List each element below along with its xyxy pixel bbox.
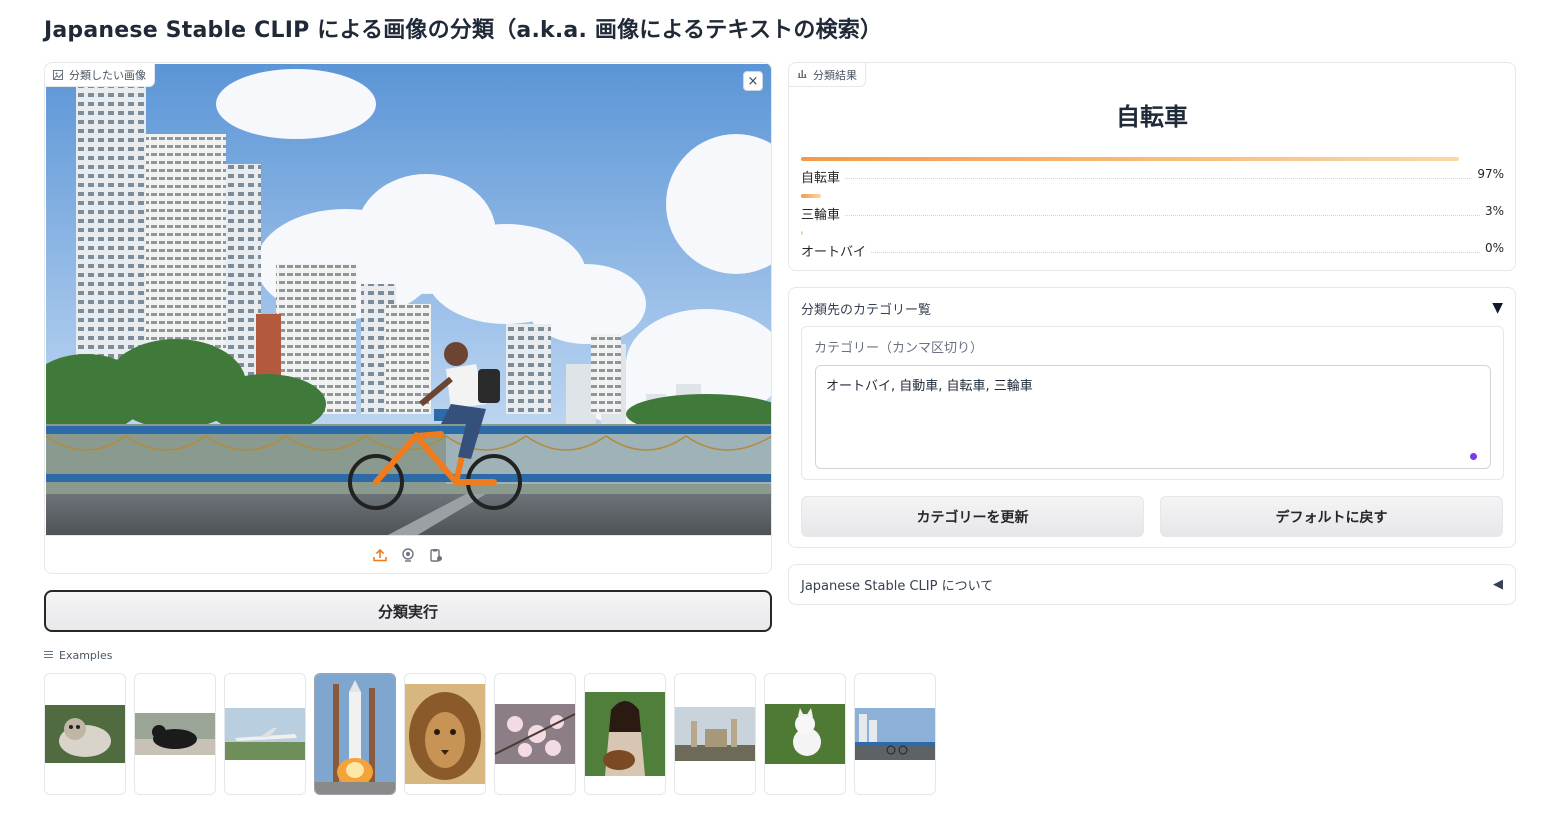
example-rocket[interactable]: [314, 673, 396, 795]
confidence-label: オートバイ: [801, 241, 871, 260]
confidence-bar: [801, 157, 1459, 161]
confidence-label: 三輪車: [801, 204, 845, 223]
example-cyclist[interactable]: [854, 673, 936, 795]
example-palace[interactable]: [674, 673, 756, 795]
confidence-label: 自転車: [801, 167, 845, 186]
top-prediction: 自転車: [1116, 103, 1188, 131]
category-textbox-label: カテゴリー（カンマ区切り）: [814, 341, 984, 356]
result-label-text: 分類結果: [813, 68, 857, 82]
classification-result-panel: 分類結果 自転車 自転車 97% 三輪車 3% オートバイ 0%: [788, 62, 1516, 271]
example-cat[interactable]: [44, 673, 126, 795]
examples-header: Examples: [44, 649, 112, 662]
confidence-row: 自転車 97%: [801, 157, 1504, 187]
clear-image-button[interactable]: ×: [743, 71, 763, 91]
upload-icon[interactable]: [372, 547, 388, 563]
confidence-row: 三輪車 3%: [801, 194, 1504, 224]
image-input-label: 分類したい画像: [45, 63, 155, 87]
example-singer[interactable]: [584, 673, 666, 795]
example-cherry-blossom[interactable]: [494, 673, 576, 795]
about-accordion-title: Japanese Stable CLIP について: [801, 579, 994, 594]
example-white-dog[interactable]: [764, 673, 846, 795]
page-title: Japanese Stable CLIP による画像の分類（a.k.a. 画像に…: [44, 18, 883, 43]
category-accordion-title: 分類先のカテゴリー覧: [801, 302, 932, 318]
confidence-percent: 0%: [1480, 241, 1504, 255]
confidence-row: オートバイ 0%: [801, 231, 1504, 261]
example-lion[interactable]: [404, 673, 486, 795]
image-input-label-text: 分類したい画像: [69, 68, 146, 82]
reset-default-button[interactable]: デフォルトに戻す: [1160, 496, 1503, 537]
category-accordion: 分類先のカテゴリー覧 ▼ カテゴリー（カンマ区切り） オートバイ, 自動車, 自…: [788, 287, 1516, 548]
examples-label: Examples: [59, 649, 113, 662]
confidence-bar: [801, 231, 803, 235]
confidence-bar: [801, 194, 822, 198]
example-black-cat[interactable]: [134, 673, 216, 795]
update-categories-button[interactable]: カテゴリーを更新: [801, 496, 1144, 537]
webcam-icon[interactable]: [400, 547, 416, 563]
confidence-percent: 3%: [1480, 204, 1504, 218]
expand-arrow-icon: ◀: [1493, 577, 1503, 592]
list-icon: [44, 649, 53, 662]
category-textbox-block: カテゴリー（カンマ区切り） オートバイ, 自動車, 自転車, 三輪車: [801, 326, 1504, 480]
uploaded-image: [46, 64, 771, 536]
clipboard-icon[interactable]: [428, 547, 444, 563]
confidence-percent: 97%: [1473, 167, 1504, 181]
confidence-dots: [801, 252, 1504, 253]
collapse-arrow-icon: ▼: [1492, 300, 1503, 316]
image-icon: [53, 69, 63, 80]
confidence-dots: [801, 178, 1504, 179]
category-textbox[interactable]: オートバイ, 自動車, 自転車, 三輪車: [815, 365, 1491, 469]
about-accordion[interactable]: Japanese Stable CLIP について ◀: [788, 564, 1516, 605]
category-accordion-header[interactable]: 分類先のカテゴリー覧 ▼: [801, 298, 1503, 318]
example-airplane[interactable]: [224, 673, 306, 795]
bar-chart-icon: [797, 68, 807, 81]
result-label: 分類結果: [789, 63, 866, 87]
image-source-bar: [45, 535, 771, 573]
image-input-panel[interactable]: 分類したい画像 ×: [44, 62, 772, 574]
confidence-dots: [801, 215, 1504, 216]
classify-button[interactable]: 分類実行: [44, 590, 772, 632]
examples-gallery: [44, 673, 936, 795]
textbox-status-dot: [1470, 453, 1477, 460]
